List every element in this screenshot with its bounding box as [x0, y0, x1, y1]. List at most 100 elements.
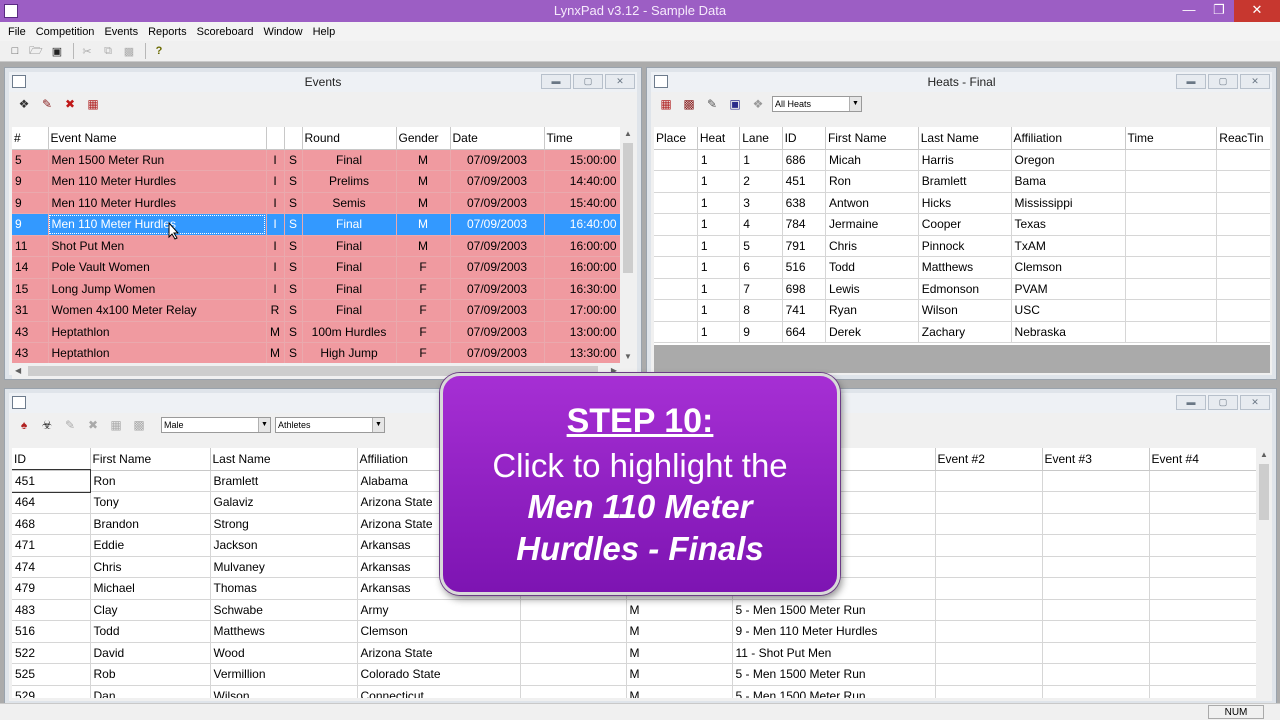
athlete-event-4[interactable]: [1149, 470, 1256, 492]
event-round[interactable]: Prelims: [302, 170, 397, 193]
scrollbar-thumb[interactable]: [1259, 464, 1269, 520]
event-status[interactable]: S: [284, 278, 303, 300]
event-time[interactable]: 16:40:00: [544, 213, 620, 236]
assign-events-icon[interactable]: ▩: [130, 417, 148, 433]
entry-place[interactable]: [654, 213, 698, 236]
athlete-event-4[interactable]: [1149, 599, 1256, 621]
merge-athletes-icon[interactable]: ▦: [107, 417, 125, 433]
athlete-last-name[interactable]: Mulvaney: [210, 556, 358, 578]
athlete-event-2[interactable]: [935, 556, 1043, 578]
entry-last-name[interactable]: Zachary: [918, 321, 1012, 343]
athlete-first-name[interactable]: Eddie: [90, 534, 211, 557]
entry-first-name[interactable]: Jermaine: [825, 213, 919, 236]
event-name[interactable]: Men 1500 Meter Run: [48, 149, 267, 171]
entry-lane[interactable]: 4: [739, 213, 783, 236]
entry-time[interactable]: [1125, 278, 1218, 300]
athlete-event-1[interactable]: 5 - Men 1500 Meter Run: [732, 599, 936, 621]
athlete-row[interactable]: 483 Clay Schwabe Army M 5 - Men 1500 Meter Ru…: [12, 599, 1256, 621]
event-row[interactable]: 43 Heptathlon M S High Jump F 07/09/2003 13:30:…: [12, 342, 620, 363]
entry-time[interactable]: [1125, 192, 1218, 214]
gender-filter-select[interactable]: Male ▼: [161, 417, 271, 433]
entry-time[interactable]: [1125, 235, 1218, 257]
athlete-first-name[interactable]: Dan: [90, 685, 211, 698]
event-date[interactable]: 07/09/2003: [450, 256, 545, 279]
event-number[interactable]: 14: [12, 256, 49, 279]
event-number[interactable]: 43: [12, 321, 49, 343]
entry-first-name[interactable]: Ron: [825, 170, 919, 193]
events-vertical-scrollbar[interactable]: ▲ ▼: [620, 127, 636, 363]
entry-first-name[interactable]: Ryan: [825, 299, 919, 322]
column-header-event-3[interactable]: Event #3: [1042, 448, 1150, 471]
event-date[interactable]: 07/09/2003: [450, 321, 545, 343]
entry-affiliation[interactable]: Texas: [1011, 213, 1126, 236]
heat-entry-row[interactable]: 1 3 638 Antwon Hicks Mississippi: [654, 192, 1270, 214]
entry-time[interactable]: [1125, 149, 1218, 171]
copy-icon[interactable]: ⧉: [99, 43, 117, 59]
entry-affiliation[interactable]: PVAM: [1011, 278, 1126, 300]
maximize-button[interactable]: ▢: [1208, 74, 1238, 89]
event-name[interactable]: Long Jump Women: [48, 278, 267, 300]
event-type[interactable]: I: [266, 235, 285, 257]
heat-entry-row[interactable]: 1 7 698 Lewis Edmonson PVAM: [654, 278, 1270, 300]
entry-reaction-time[interactable]: [1216, 213, 1270, 236]
entry-time[interactable]: [1125, 256, 1218, 279]
event-round[interactable]: Final: [302, 299, 397, 322]
athlete-last-name[interactable]: Wilson: [210, 685, 358, 698]
athlete-event-3[interactable]: [1042, 685, 1150, 698]
column-header-place[interactable]: Place: [654, 127, 698, 150]
entry-lane[interactable]: 6: [739, 256, 783, 279]
event-time[interactable]: 15:40:00: [544, 192, 620, 214]
event-round[interactable]: Final: [302, 149, 397, 171]
entry-time[interactable]: [1125, 299, 1218, 322]
entry-type-select[interactable]: Athletes ▼: [275, 417, 385, 433]
event-status[interactable]: S: [284, 299, 303, 322]
heat-entry-row[interactable]: 1 1 686 Micah Harris Oregon: [654, 149, 1270, 171]
entry-reaction-time[interactable]: [1216, 192, 1270, 214]
heat-filter-select[interactable]: All Heats ▼: [772, 96, 862, 112]
add-entry-icon[interactable]: ▦: [657, 96, 675, 112]
event-time[interactable]: 16:00:00: [544, 235, 620, 257]
menu-file[interactable]: File: [3, 26, 31, 38]
athlete-gender[interactable]: M: [626, 663, 733, 686]
entry-id[interactable]: 686: [782, 149, 826, 171]
entry-lane[interactable]: 1: [739, 149, 783, 171]
event-gender[interactable]: M: [396, 192, 451, 214]
entry-last-name[interactable]: Pinnock: [918, 235, 1012, 257]
entry-time[interactable]: [1125, 170, 1218, 193]
event-type[interactable]: I: [266, 278, 285, 300]
athlete-event-1[interactable]: 9 - Men 110 Meter Hurdles: [732, 620, 936, 643]
column-header-number[interactable]: #: [12, 127, 49, 150]
delete-athlete-icon[interactable]: ✖: [84, 417, 102, 433]
entry-lane[interactable]: 8: [739, 299, 783, 322]
athlete-event-3[interactable]: [1042, 513, 1150, 535]
entry-place[interactable]: [654, 321, 698, 343]
athlete-gender[interactable]: M: [626, 620, 733, 643]
athlete-id[interactable]: 525: [12, 663, 91, 686]
athlete-hidden-field[interactable]: [520, 599, 627, 621]
athlete-affiliation[interactable]: Army: [357, 599, 521, 621]
column-header-event-2[interactable]: Event #2: [935, 448, 1043, 471]
event-row[interactable]: 5 Men 1500 Meter Run I S Final M 07/09/2003 15:…: [12, 149, 620, 171]
entry-reaction-time[interactable]: [1216, 321, 1270, 343]
event-date[interactable]: 07/09/2003: [450, 342, 545, 363]
heat-entry-row[interactable]: 1 4 784 Jermaine Cooper Texas: [654, 213, 1270, 236]
add-athlete-icon[interactable]: ♠: [15, 417, 33, 433]
edit-athlete-icon[interactable]: ✎: [61, 417, 79, 433]
athlete-id[interactable]: 516: [12, 620, 91, 643]
event-number[interactable]: 43: [12, 342, 49, 363]
entry-id[interactable]: 791: [782, 235, 826, 257]
athlete-hidden-field[interactable]: [520, 620, 627, 643]
menu-window[interactable]: Window: [258, 26, 307, 38]
athlete-event-4[interactable]: [1149, 513, 1256, 535]
event-row[interactable]: 9 Men 110 Meter Hurdles I S Prelims M 07/09/20…: [12, 170, 620, 193]
minimize-button[interactable]: ▬: [1176, 395, 1206, 410]
event-gender[interactable]: F: [396, 278, 451, 300]
athlete-event-4[interactable]: [1149, 577, 1256, 600]
athlete-event-1[interactable]: 11 - Shot Put Men: [732, 642, 936, 664]
event-number[interactable]: 15: [12, 278, 49, 300]
event-gender[interactable]: F: [396, 342, 451, 363]
event-type[interactable]: R: [266, 299, 285, 322]
entry-last-name[interactable]: Cooper: [918, 213, 1012, 236]
event-type[interactable]: I: [266, 149, 285, 171]
event-round[interactable]: 100m Hurdles: [302, 321, 397, 343]
